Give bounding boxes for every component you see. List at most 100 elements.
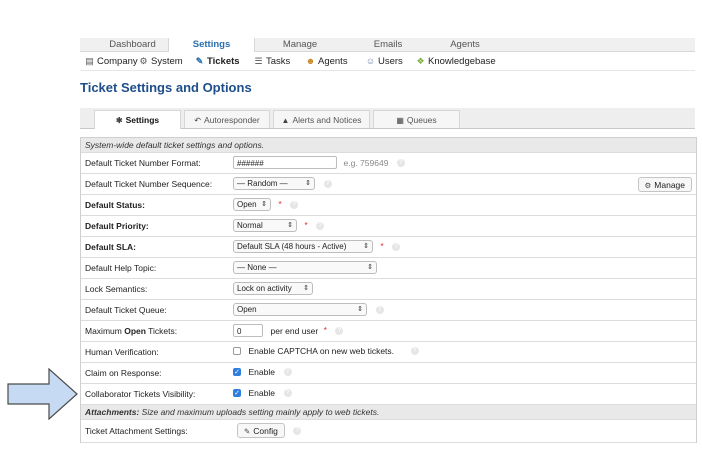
select-arrows-icon: ⇕ [261,201,267,208]
select-arrows-icon: ⇕ [357,306,363,313]
row-max-open-tickets: Maximum Open Tickets: 0 per end user * ? [81,321,696,342]
select-arrows-icon: ⇕ [367,264,373,271]
captcha-checkbox[interactable] [233,346,241,355]
row-number-sequence: Default Ticket Number Sequence: — Random… [81,174,696,195]
number-format-input[interactable]: ###### [233,156,337,169]
settings-tabbar: ✱ Settings ↶ Autoresponder ▲ Alerts and Not… [80,108,695,129]
bell-icon: ▲ [281,116,290,125]
max-open-tickets-label: Maximum Open Tickets: [85,326,178,336]
default-queue-select[interactable]: Open ⇕ [233,303,367,316]
ticket-icon: ✎ [195,56,204,66]
section-header-text: System-wide default ticket settings and … [85,140,265,150]
row-default-status: Default Status: Open ⇕ * ? [81,195,696,216]
default-status-label: Default Status: [85,200,145,210]
claim-checkbox[interactable]: ✓ [233,367,241,376]
help-icon[interactable]: ? [283,388,292,397]
settings-table: System-wide default ticket settings and … [80,137,697,443]
help-topic-select[interactable]: — None — ⇕ [233,261,377,274]
claim-on-response-label: Claim on Response: [85,368,162,378]
help-icon[interactable]: ? [316,221,325,230]
help-topic-label: Default Help Topic: [85,263,157,273]
select-arrows-icon: ⇕ [287,222,293,229]
lock-semantics-select[interactable]: Lock on activity ⇕ [233,282,313,295]
nav-manage[interactable]: Manage [255,38,345,51]
help-icon[interactable]: ? [323,179,332,188]
gear-icon: ⚙ [139,56,148,66]
manage-button[interactable]: ⚙ Manage [637,177,692,192]
tab-autoresponder[interactable]: ↶ Autoresponder [184,110,270,128]
row-claim-on-response: Claim on Response: ✓ Enable ? [81,363,696,384]
subnav-system[interactable]: ⚙ System [138,55,182,67]
config-button[interactable]: ✎ Config [237,423,285,438]
subnav-tickets[interactable]: ✎ Tickets [194,55,240,67]
lock-semantics-label: Lock Semantics: [85,284,148,294]
row-lock-semantics: Lock Semantics: Lock on activity ⇕ [81,279,696,300]
reply-icon: ↶ [194,116,201,125]
top-navigation: Dashboard Settings Manage Emails Agents [80,38,695,52]
row-default-queue: Default Ticket Queue: Open ⇕ ? [81,300,696,321]
select-arrows-icon: ⇕ [363,243,369,250]
number-sequence-select[interactable]: — Random — ⇕ [233,177,315,190]
gear-icon: ⚙ [644,181,652,190]
default-sla-select[interactable]: Default SLA (48 hours - Active) ⇕ [233,240,373,253]
attachments-header-text: Attachments: Size and maximum uploads se… [85,407,380,417]
help-icon[interactable]: ? [290,200,299,209]
default-status-select[interactable]: Open ⇕ [233,198,271,211]
document-icon: ▤ [85,56,94,66]
subnav-agents[interactable]: ☻ Agents [305,55,348,67]
number-sequence-label: Default Ticket Number Sequence: [85,179,213,189]
row-default-sla: Default SLA: Default SLA (48 hours - Act… [81,237,696,258]
collaborator-visibility-label: Collaborator Tickets Visibility: [85,389,196,399]
row-number-format: Default Ticket Number Format: ###### e.g… [81,153,696,174]
subnav-company[interactable]: ▤ Company [84,55,137,67]
default-priority-select[interactable]: Normal ⇕ [233,219,297,232]
required-marker: * [278,200,282,209]
table-icon: ▦ [396,116,404,125]
attachment-settings-label: Ticket Attachment Settings: [85,426,188,436]
subnav-users[interactable]: ☺ Users [365,55,403,67]
row-default-priority: Default Priority: Normal ⇕ * ? [81,216,696,237]
captcha-checkbox-label: Enable CAPTCHA on new web tickets. [248,345,395,356]
page-title: Ticket Settings and Options [80,80,252,95]
required-marker: * [304,221,308,230]
row-collaborator-visibility: Collaborator Tickets Visibility: ✓ Enabl… [81,384,696,405]
attachments-header: Attachments: Size and maximum uploads se… [81,405,696,420]
asterisk-icon: ✱ [115,116,123,125]
help-icon[interactable]: ? [375,305,384,314]
section-header: System-wide default ticket settings and … [81,138,696,153]
help-icon[interactable]: ? [392,242,401,251]
sub-navigation: ▤ Company ⚙ System ✎ Tickets ☰ Tasks ☻ Agents… [80,52,695,71]
pointer-arrow-icon [7,368,78,420]
number-format-label: Default Ticket Number Format: [85,158,201,168]
human-verification-label: Human Verification: [85,347,159,357]
number-format-example: e.g. 759649 [343,157,389,168]
default-priority-label: Default Priority: [85,221,149,231]
help-icon[interactable]: ? [283,367,292,376]
row-attachment-settings: Ticket Attachment Settings: ✎ Config ? [81,420,696,443]
required-marker: * [323,326,327,335]
nav-agents[interactable]: Agents [430,38,500,51]
claim-checkbox-label: Enable [248,366,275,377]
default-sla-label: Default SLA: [85,242,136,252]
max-open-tickets-input[interactable]: 0 [233,324,263,337]
subnav-knowledgebase[interactable]: ❖ Knowledgebase [415,55,495,67]
default-queue-label: Default Ticket Queue: [85,305,167,315]
subnav-tasks[interactable]: ☰ Tasks [253,55,290,67]
agents-icon: ☻ [305,56,316,66]
collaborator-checkbox-label: Enable [248,387,275,398]
knowledgebase-icon: ❖ [416,56,425,66]
select-arrows-icon: ⇕ [303,285,309,292]
tab-alerts-and-notices[interactable]: ▲ Alerts and Notices [273,110,370,128]
help-icon[interactable]: ? [396,158,405,167]
row-help-topic: Default Help Topic: — None — ⇕ [81,258,696,279]
tab-settings[interactable]: ✱ Settings [94,110,181,129]
help-icon[interactable]: ? [410,346,419,355]
nav-emails[interactable]: Emails [343,38,433,51]
tab-queues[interactable]: ▦ Queues [373,110,460,128]
required-marker: * [380,242,384,251]
collaborator-checkbox[interactable]: ✓ [233,388,241,397]
users-icon: ☺ [365,56,376,66]
help-icon[interactable]: ? [335,326,344,335]
help-icon[interactable]: ? [293,426,302,435]
nav-settings[interactable]: Settings [168,38,255,52]
